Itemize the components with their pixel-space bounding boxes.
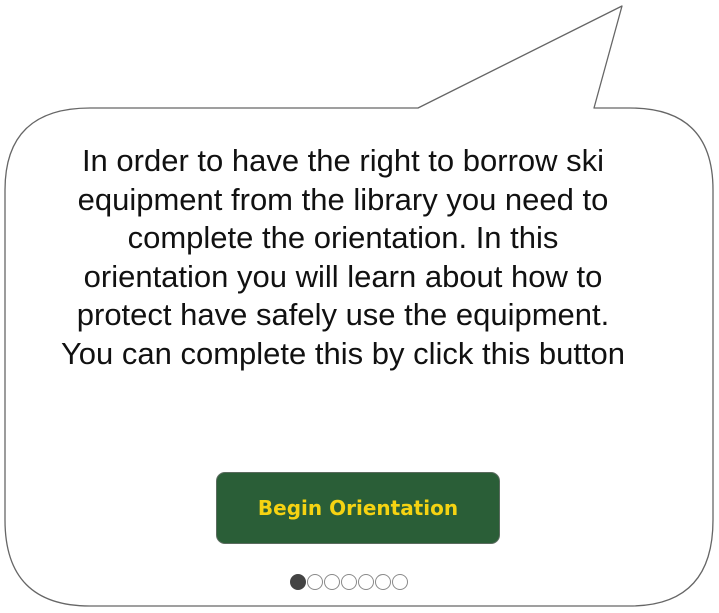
page-dot-6[interactable] <box>375 574 391 590</box>
orientation-message: In order to have the right to borrow ski… <box>60 143 626 371</box>
page-dot-3[interactable] <box>324 574 340 590</box>
page-indicator <box>290 573 408 591</box>
page-dot-4[interactable] <box>341 574 357 590</box>
page-dot-1[interactable] <box>290 574 306 590</box>
page-dot-5[interactable] <box>358 574 374 590</box>
begin-orientation-button[interactable]: Begin Orientation <box>216 472 500 544</box>
page-dot-7[interactable] <box>392 574 408 590</box>
page-dot-2[interactable] <box>307 574 323 590</box>
